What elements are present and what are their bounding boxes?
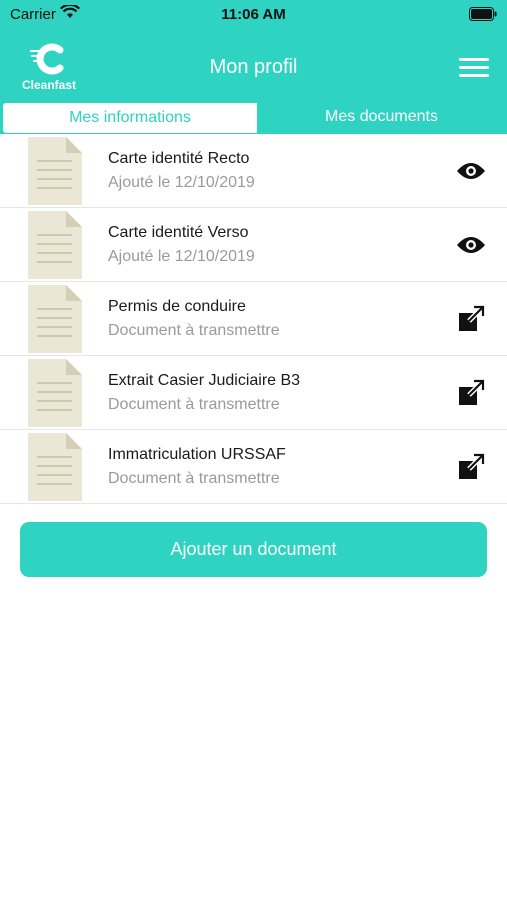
document-row-carte-recto[interactable]: Carte identité Recto Ajouté le 12/10/201…: [0, 134, 507, 208]
document-row-permis[interactable]: Permis de conduire Document à transmettr…: [0, 282, 507, 356]
document-row-urssaf[interactable]: Immatriculation URSSAF Document à transm…: [0, 430, 507, 504]
document-status: Document à transmettre: [108, 322, 280, 339]
add-document-button[interactable]: Ajouter un document: [20, 522, 487, 577]
clock: 11:06 AM: [221, 6, 286, 23]
document-status: Document à transmettre: [108, 396, 280, 413]
page-title: Mon profil: [209, 56, 298, 78]
nav-bar: Cleanfast Mon profil: [0, 38, 507, 98]
external-link-icon[interactable]: [455, 378, 487, 408]
document-title: Immatriculation URSSAF: [108, 446, 286, 463]
document-title: Carte identité Recto: [108, 150, 250, 167]
status-bar: Carrier 11:06 AM: [0, 0, 507, 30]
document-row-casier[interactable]: Extrait Casier Judiciaire B3 Document à …: [0, 356, 507, 430]
document-file-icon: [28, 359, 82, 427]
document-row-carte-verso[interactable]: Carte identité Verso Ajouté le 12/10/201…: [0, 208, 507, 282]
segmented-tabs: Mes informations Mes documents: [0, 102, 507, 134]
eye-icon[interactable]: [455, 230, 487, 260]
external-link-icon[interactable]: [455, 452, 487, 482]
document-file-icon: [28, 211, 82, 279]
header-background: Carrier 11:06 AM Cleanfast Mon profil Me…: [0, 0, 507, 134]
tab-mes-documents[interactable]: Mes documents: [258, 102, 505, 134]
document-status: Ajouté le 12/10/2019: [108, 248, 255, 265]
logo-text: Cleanfast: [21, 78, 77, 92]
battery-icon: [469, 7, 497, 26]
eye-icon[interactable]: [455, 156, 487, 186]
external-link-icon[interactable]: [455, 304, 487, 334]
document-file-icon: [28, 433, 82, 501]
document-title: Extrait Casier Judiciaire B3: [108, 372, 301, 389]
document-title: Carte identité Verso: [108, 224, 249, 241]
document-file-icon: [28, 137, 82, 205]
document-title: Permis de conduire: [108, 298, 246, 315]
hamburger-menu-icon[interactable]: [459, 58, 489, 78]
document-status: Document à transmettre: [108, 470, 280, 487]
document-file-icon: [28, 285, 82, 353]
document-status: Ajouté le 12/10/2019: [108, 174, 255, 191]
tab-mes-informations[interactable]: Mes informations: [2, 102, 258, 134]
